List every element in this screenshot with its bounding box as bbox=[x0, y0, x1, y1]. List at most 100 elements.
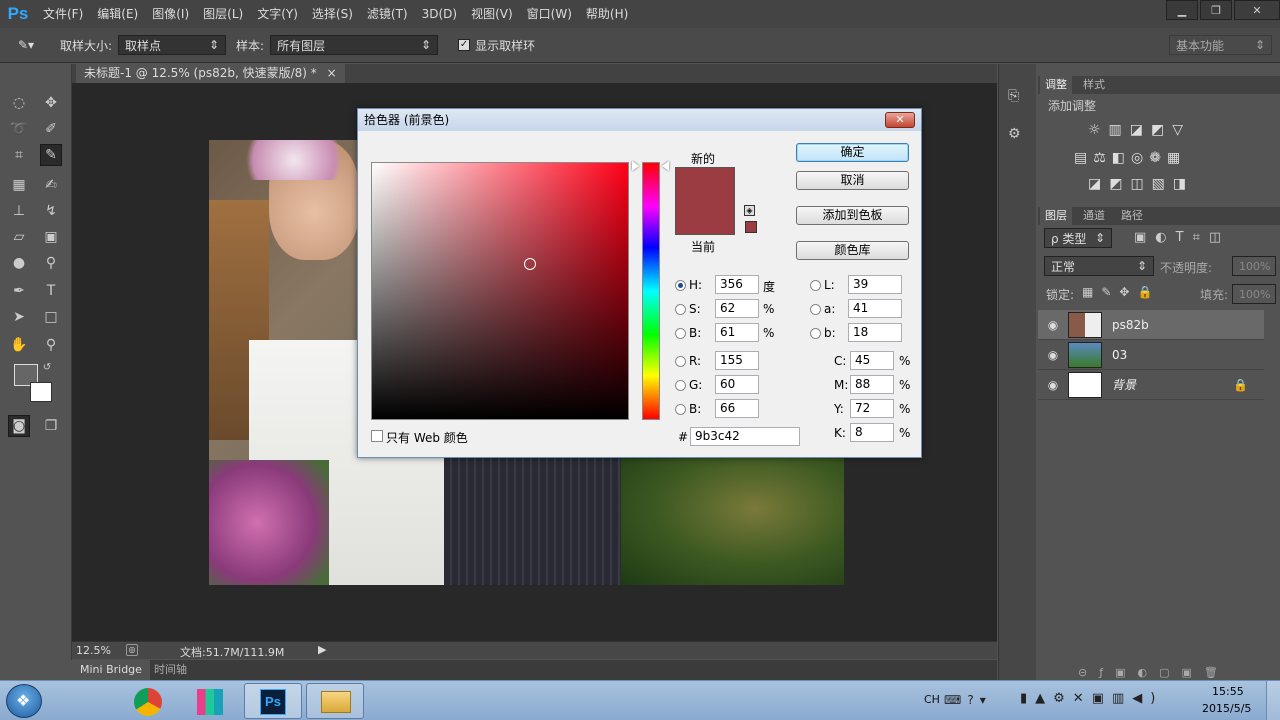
hue-slider-right-arrow-icon[interactable] bbox=[662, 161, 669, 171]
fill-input[interactable]: 100% bbox=[1232, 284, 1276, 304]
visibility-eye-icon[interactable]: ◉ bbox=[1038, 348, 1068, 362]
quick-mask-icon[interactable]: ◙ bbox=[8, 415, 30, 437]
b-lab-input[interactable]: 18 bbox=[848, 323, 902, 342]
clock-date[interactable]: 2015/5/5 bbox=[1202, 702, 1251, 715]
layer-row-ps82b[interactable]: ◉ ps82b bbox=[1038, 310, 1264, 340]
color-picker-cursor[interactable] bbox=[524, 258, 536, 270]
tab-timeline[interactable]: 时间轴 bbox=[154, 660, 187, 680]
blend-mode-select[interactable]: 正常 ⇕ bbox=[1044, 256, 1154, 276]
dodge-icon[interactable]: ⚲ bbox=[40, 252, 62, 274]
opacity-input[interactable]: 100% bbox=[1232, 256, 1276, 276]
a-input[interactable]: 41 bbox=[848, 299, 902, 318]
layers-footer-icons[interactable]: ⊝ƒ▣◐▢▣🗑 bbox=[1038, 666, 1280, 680]
status-menu-arrow-icon[interactable]: ▶ bbox=[318, 643, 326, 656]
tray-icons[interactable]: ▮▲⚙✕▣▥◀) bbox=[1020, 691, 1163, 706]
eyedropper-tool-icon[interactable]: ✎ bbox=[40, 144, 62, 166]
blur-icon[interactable]: ● bbox=[8, 252, 30, 274]
taskbar-app-colorful[interactable] bbox=[182, 684, 240, 720]
blue-radio[interactable] bbox=[675, 404, 686, 415]
s-radio[interactable] bbox=[675, 304, 686, 315]
history-icon[interactable]: ⎘ bbox=[1008, 88, 1019, 104]
rectangle-icon[interactable]: □ bbox=[40, 306, 62, 328]
workspace-select[interactable]: 基本功能 ⇕ bbox=[1169, 35, 1272, 55]
lock-icons[interactable]: ▦✎✥🔒 bbox=[1082, 285, 1160, 299]
menu-help[interactable]: 帮助(H) bbox=[579, 0, 635, 28]
tab-mini-bridge[interactable]: Mini Bridge bbox=[72, 660, 150, 680]
r-input[interactable]: 155 bbox=[715, 351, 759, 370]
layer-row-background[interactable]: ◉ 背景 🔒 bbox=[1038, 370, 1264, 400]
quick-select-icon[interactable]: ✐ bbox=[40, 118, 62, 140]
blue-input[interactable]: 66 bbox=[715, 399, 759, 418]
close-window-button[interactable]: ✕ bbox=[1234, 0, 1280, 20]
tab-layers[interactable]: 图层 bbox=[1040, 207, 1072, 225]
cancel-button[interactable]: 取消 bbox=[796, 171, 909, 190]
l-input[interactable]: 39 bbox=[848, 275, 902, 294]
tab-channels[interactable]: 通道 bbox=[1078, 207, 1110, 225]
tab-paths[interactable]: 路径 bbox=[1116, 207, 1148, 225]
sample-size-select[interactable]: 取样点 ⇕ bbox=[118, 35, 227, 55]
add-to-swatches-button[interactable]: 添加到色板 bbox=[796, 206, 909, 225]
l-radio[interactable] bbox=[810, 280, 821, 291]
menu-view[interactable]: 视图(V) bbox=[464, 0, 520, 28]
menu-edit[interactable]: 编辑(E) bbox=[90, 0, 145, 28]
show-desktop-button[interactable] bbox=[1266, 681, 1280, 720]
sample-select[interactable]: 所有图层 ⇕ bbox=[270, 35, 439, 55]
close-tab-icon[interactable]: × bbox=[327, 66, 337, 80]
layer-name[interactable]: 背景 bbox=[1112, 376, 1136, 393]
taskbar-explorer[interactable] bbox=[306, 683, 364, 719]
color-libraries-button[interactable]: 颜色库 bbox=[796, 241, 909, 260]
move-icon[interactable]: ✥ bbox=[40, 92, 62, 114]
layer-row-03[interactable]: ◉ 03 bbox=[1038, 340, 1264, 370]
menu-layer[interactable]: 图层(L) bbox=[196, 0, 250, 28]
lasso-icon[interactable]: ➰ bbox=[8, 118, 30, 140]
adjustment-icons-row2[interactable]: ▤⚖◧◎❁▦ bbox=[1074, 150, 1254, 166]
minimize-button[interactable]: ▁ bbox=[1166, 0, 1198, 20]
restore-button[interactable]: ❐ bbox=[1200, 0, 1232, 20]
ok-button[interactable]: 确定 bbox=[796, 143, 909, 162]
c-input[interactable]: 45 bbox=[850, 351, 894, 370]
h-input[interactable]: 356 bbox=[715, 275, 759, 294]
r-radio[interactable] bbox=[675, 356, 686, 367]
language-indicator[interactable]: CH bbox=[924, 693, 940, 706]
brightness-input[interactable]: 61 bbox=[715, 323, 759, 342]
k-input[interactable]: 8 bbox=[850, 423, 894, 442]
h-radio[interactable] bbox=[675, 280, 686, 291]
hue-slider[interactable] bbox=[642, 162, 660, 420]
saturation-brightness-field[interactable] bbox=[371, 162, 629, 420]
taskbar-chrome[interactable] bbox=[120, 684, 178, 720]
tray-icons-left[interactable]: ⌨?▾ bbox=[944, 693, 992, 707]
m-input[interactable]: 88 bbox=[850, 375, 894, 394]
taskbar-photoshop[interactable]: Ps bbox=[244, 683, 302, 719]
share-icon[interactable]: ◎ bbox=[126, 644, 138, 656]
gradient-icon[interactable]: ▣ bbox=[40, 226, 62, 248]
layer-filter-icons[interactable]: ▣◐T⌗◫ bbox=[1134, 230, 1230, 245]
adjustment-icons-row3[interactable]: ◪◩◫▧◨ bbox=[1088, 176, 1248, 192]
type-icon[interactable]: T bbox=[40, 280, 62, 302]
layer-filter-select[interactable]: ρ 类型 ⇕ bbox=[1044, 228, 1112, 248]
stamp-icon[interactable]: ⊥ bbox=[8, 200, 30, 222]
current-color-swatch[interactable] bbox=[675, 201, 735, 235]
menu-window[interactable]: 窗口(W) bbox=[520, 0, 579, 28]
eraser-icon[interactable]: ▱ bbox=[8, 226, 30, 248]
cube-gamut-icon[interactable]: ◈ bbox=[744, 205, 755, 216]
zoom-icon[interactable]: ⚲ bbox=[40, 334, 62, 356]
hand-icon[interactable]: ✋ bbox=[8, 334, 30, 356]
hex-input[interactable]: 9b3c42 bbox=[690, 427, 800, 446]
a-radio[interactable] bbox=[810, 304, 821, 315]
visibility-eye-icon[interactable]: ◉ bbox=[1038, 378, 1068, 392]
start-button[interactable]: ❖ bbox=[6, 684, 42, 718]
path-select-icon[interactable]: ➤ bbox=[8, 306, 30, 328]
screen-mode-icon[interactable]: ❐ bbox=[40, 415, 62, 437]
hue-slider-left-arrow-icon[interactable] bbox=[632, 161, 639, 171]
layer-name[interactable]: 03 bbox=[1112, 348, 1127, 362]
menu-image[interactable]: 图像(I) bbox=[145, 0, 196, 28]
visibility-eye-icon[interactable]: ◉ bbox=[1038, 318, 1068, 332]
swap-colors-icon[interactable]: ↺ bbox=[40, 360, 54, 374]
brush-icon[interactable]: ✍ bbox=[40, 174, 62, 196]
adjustment-icons-row1[interactable]: ☼▥◪◩▽ bbox=[1088, 122, 1248, 138]
tab-styles[interactable]: 样式 bbox=[1078, 76, 1110, 94]
tab-adjustments[interactable]: 调整 bbox=[1040, 76, 1072, 94]
show-ring-checkbox[interactable]: ✓ bbox=[458, 39, 471, 51]
menu-select[interactable]: 选择(S) bbox=[305, 0, 360, 28]
web-colors-checkbox[interactable] bbox=[371, 430, 383, 442]
